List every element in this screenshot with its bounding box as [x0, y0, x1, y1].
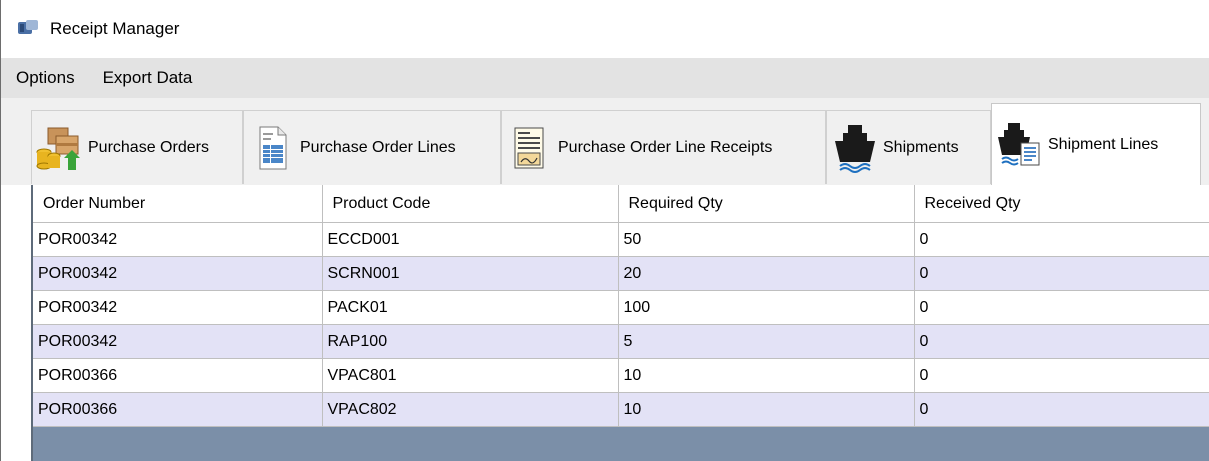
cell-order-number[interactable]: POR00342 — [33, 222, 323, 257]
tab-purchase-orders-label: Purchase Orders — [88, 138, 209, 156]
cell-received-qty[interactable]: 0 — [914, 290, 1209, 325]
window-title: Receipt Manager — [50, 19, 180, 38]
tab-purchase-order-line-receipts-label: Purchase Order Line Receipts — [558, 138, 773, 156]
cell-order-number[interactable]: POR00342 — [33, 290, 323, 325]
cell-product-code[interactable]: VPAC801 — [322, 358, 619, 393]
app-icon — [16, 17, 40, 41]
cell-order-number[interactable]: POR00342 — [33, 256, 323, 291]
table-row[interactable]: POR00342 RAP100 5 0 — [33, 324, 1209, 359]
cell-required-qty[interactable]: 10 — [618, 392, 915, 427]
cell-required-qty[interactable]: 5 — [618, 324, 915, 359]
cell-required-qty[interactable]: 100 — [618, 290, 915, 325]
cell-received-qty[interactable]: 0 — [914, 392, 1209, 427]
cell-order-number[interactable]: POR00366 — [33, 358, 323, 393]
cell-product-code[interactable]: PACK01 — [322, 290, 619, 325]
tab-shipments[interactable]: Shipments — [826, 110, 991, 184]
tab-strip: Purchase Orders Purchase Order Lines Pur… — [1, 98, 1209, 186]
menu-options[interactable]: Options — [1, 58, 89, 98]
receipt-icon — [502, 120, 558, 176]
ship-icon — [827, 120, 883, 176]
cell-order-number[interactable]: POR00366 — [33, 392, 323, 427]
table-row[interactable]: POR00342 ECCD001 50 0 — [33, 222, 1209, 257]
table-row[interactable]: POR00366 VPAC801 10 0 — [33, 358, 1209, 393]
tab-purchase-order-lines[interactable]: Purchase Order Lines — [243, 110, 501, 184]
table-row[interactable]: POR00366 VPAC802 10 0 — [33, 392, 1209, 427]
tab-purchase-order-lines-label: Purchase Order Lines — [300, 138, 456, 156]
cell-product-code[interactable]: RAP100 — [322, 324, 619, 359]
cell-received-qty[interactable]: 0 — [914, 256, 1209, 291]
column-header-product-code[interactable]: Product Code — [322, 185, 619, 223]
table-row[interactable]: POR00342 PACK01 100 0 — [33, 290, 1209, 325]
tab-shipments-label: Shipments — [883, 138, 959, 156]
tab-purchase-orders[interactable]: Purchase Orders — [31, 110, 243, 184]
cell-product-code[interactable]: ECCD001 — [322, 222, 619, 257]
tab-purchase-order-line-receipts[interactable]: Purchase Order Line Receipts — [501, 110, 826, 184]
column-header-required-qty[interactable]: Required Qty — [618, 185, 915, 223]
tab-shipment-lines[interactable]: Shipment Lines — [991, 103, 1201, 186]
purchase-orders-icon — [32, 120, 88, 176]
receipt-manager-window: Receipt Manager Options Export Data Purc… — [0, 0, 1209, 461]
title-bar: Receipt Manager — [1, 0, 1209, 58]
header-row: Order Number Product Code Required Qty R… — [33, 185, 1209, 223]
cell-required-qty[interactable]: 50 — [618, 222, 915, 257]
menu-bar: Options Export Data — [1, 58, 1209, 98]
table-row[interactable]: POR00342 SCRN001 20 0 — [33, 256, 1209, 291]
cell-required-qty[interactable]: 10 — [618, 358, 915, 393]
menu-export-data[interactable]: Export Data — [89, 58, 207, 98]
cell-received-qty[interactable]: 0 — [914, 324, 1209, 359]
cell-product-code[interactable]: SCRN001 — [322, 256, 619, 291]
cell-required-qty[interactable]: 20 — [618, 256, 915, 291]
cell-received-qty[interactable]: 0 — [914, 222, 1209, 257]
document-lines-icon — [244, 120, 300, 176]
column-header-order-number[interactable]: Order Number — [33, 185, 323, 223]
tab-shipment-lines-label: Shipment Lines — [1048, 136, 1159, 153]
column-header-received-qty[interactable]: Received Qty — [914, 185, 1209, 223]
cell-order-number[interactable]: POR00342 — [33, 324, 323, 359]
ship-document-icon — [992, 117, 1048, 173]
cell-received-qty[interactable]: 0 — [914, 358, 1209, 393]
cell-product-code[interactable]: VPAC802 — [322, 392, 619, 427]
data-table: Order Number Product Code Required Qty R… — [33, 185, 1209, 427]
shipment-lines-grid: Order Number Product Code Required Qty R… — [31, 185, 1209, 461]
